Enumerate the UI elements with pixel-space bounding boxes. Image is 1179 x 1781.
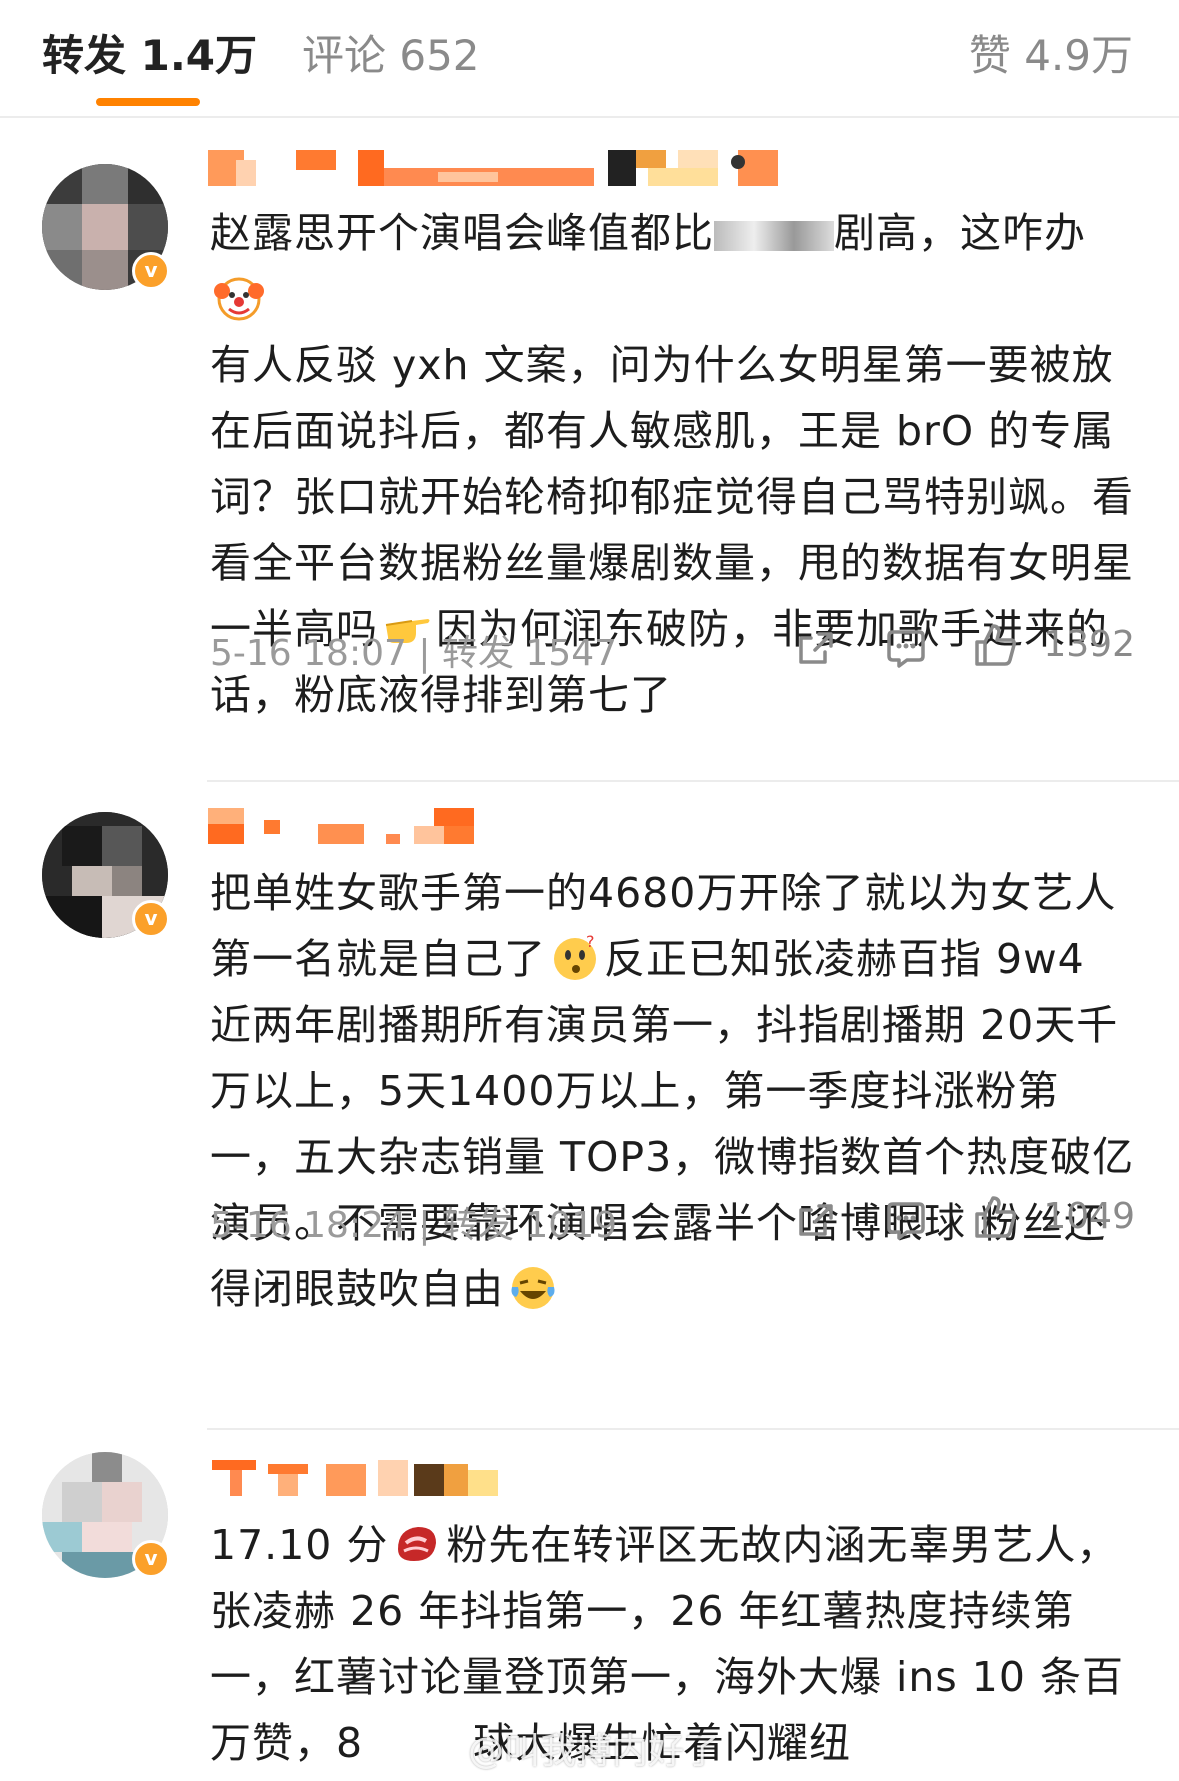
meat-emoji-icon [398, 1527, 437, 1561]
comment-divider [207, 780, 1179, 782]
verified-badge-icon: v [132, 900, 170, 938]
comment-actions: 1392 [795, 624, 1135, 674]
repost-count[interactable]: 转发 1547 [442, 633, 617, 674]
active-tab-indicator [96, 98, 200, 106]
verified-badge-icon: v [132, 1540, 170, 1578]
tab-bar: 转发 1.4万 评论 652 赞 4.9万 [0, 0, 1179, 118]
watermark: @叫我搏内好了 [468, 1731, 721, 1772]
username-mosaic[interactable] [208, 808, 488, 852]
comment-text-part: 17.10 分 [210, 1521, 389, 1569]
tab-repost[interactable]: 转发 1.4万 [42, 22, 257, 83]
comment-timestamp: 5-16 18:24 [210, 1205, 407, 1246]
comment-meta: 5-16 18:24 | 转发 1019 [210, 1196, 617, 1248]
comment-icon[interactable] [885, 628, 927, 670]
comment-item: v 赵露思开个演唱会峰值都比 剧高，这咋办 有人反驳 yxh 文案，问为什么女明星… [0, 116, 1179, 784]
share-icon[interactable] [795, 1200, 837, 1242]
comment-text-part: 反正已知张凌赫百指 9w4 近两年剧播期所有演员第一，抖指剧播期 20天千万以上… [210, 935, 1135, 1313]
svg-text:?: ? [586, 933, 596, 951]
username-mosaic[interactable] [208, 1460, 508, 1504]
comment-timestamp: 5-16 18:07 [210, 633, 407, 674]
tab-comment[interactable]: 评论 652 [302, 22, 480, 83]
blurred-word [714, 221, 834, 251]
comment-icon[interactable] [885, 1200, 927, 1242]
like-count: 1392 [1043, 624, 1135, 665]
meta-separator: | [418, 1205, 431, 1246]
laughing-tears-emoji-icon [511, 1267, 555, 1309]
like-icon[interactable] [973, 1194, 1017, 1240]
comment-meta: 5-16 18:07 | 转发 1547 [210, 624, 617, 676]
tab-like[interactable]: 赞 4.9万 [969, 22, 1133, 83]
thinking-face-emoji-icon: ? [554, 933, 596, 980]
comment-actions: 1049 [795, 1196, 1135, 1246]
comment-text-part: 剧高，这咋办 [834, 209, 1086, 257]
watermark-gap [363, 1723, 473, 1757]
verified-badge-icon: v [132, 252, 170, 290]
like-icon[interactable] [973, 622, 1017, 668]
username-mosaic[interactable] [208, 150, 828, 194]
share-icon[interactable] [795, 628, 837, 670]
comment-text: 把单姓女歌手第一的4680万开除了就以为女艺人第一名就是自己了? 反正已知张凌赫百… [210, 860, 1140, 1322]
repost-count[interactable]: 转发 1019 [442, 1205, 617, 1246]
clown-emoji-icon [214, 277, 264, 321]
meta-separator: | [418, 633, 431, 674]
comment-text-part: 赵露思开个演唱会峰值都比 [210, 209, 714, 257]
like-count: 1049 [1043, 1196, 1135, 1237]
comment-item: v 把单姓女歌手第一的4680万开除了就以为女艺人第一名就是自己了? 反正已知张凌… [0, 784, 1179, 1430]
